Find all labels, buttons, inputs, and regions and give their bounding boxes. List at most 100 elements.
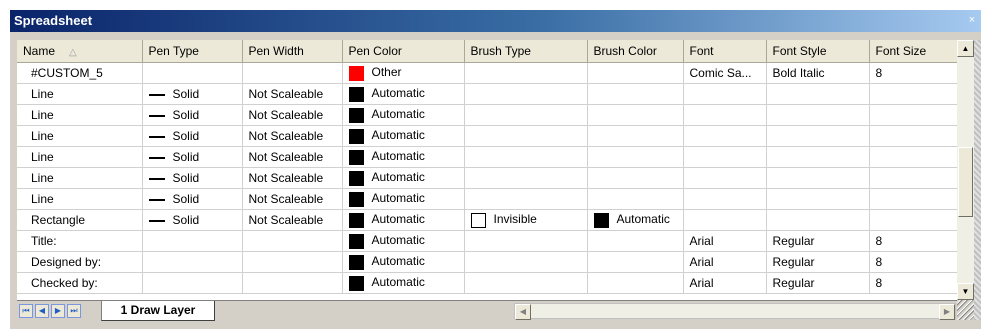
cell-font-style[interactable]: Regular: [766, 230, 870, 252]
cell-font[interactable]: [683, 167, 767, 189]
scroll-up-icon[interactable]: ▲: [957, 40, 974, 57]
cell-brush-color[interactable]: [587, 167, 684, 189]
header-font-size[interactable]: Font Size: [869, 40, 957, 63]
header-brush-color[interactable]: Brush Color: [587, 40, 684, 63]
cell-font-style[interactable]: [766, 104, 870, 126]
cell-font[interactable]: Arial: [683, 272, 767, 294]
cell-pen-type[interactable]: Solid: [142, 209, 243, 231]
table-row[interactable]: Line Solid Not Scaleable Automatic: [17, 83, 957, 105]
cell-pen-type[interactable]: Solid: [142, 188, 243, 210]
previous-sheet-icon[interactable]: ◀: [35, 304, 49, 318]
cell-pen-type[interactable]: [142, 62, 243, 84]
cell-pen-width[interactable]: Not Scaleable: [242, 83, 343, 105]
cell-pen-type[interactable]: Solid: [142, 83, 243, 105]
header-pen-type[interactable]: Pen Type: [142, 40, 243, 63]
vertical-scroll-thumb[interactable]: [958, 147, 973, 217]
cell-pen-color[interactable]: Automatic: [342, 146, 465, 168]
cell-pen-type[interactable]: [142, 230, 243, 252]
header-pen-width[interactable]: Pen Width: [242, 40, 343, 63]
cell-brush-type[interactable]: [464, 62, 588, 84]
cell-brush-color[interactable]: [587, 251, 684, 273]
cell-font-size[interactable]: 8: [869, 62, 957, 84]
table-row[interactable]: #CUSTOM_5 Other Comic Sa... Bold Italic 8: [17, 62, 957, 84]
cell-font-size[interactable]: 8: [869, 251, 957, 273]
cell-font-style[interactable]: [766, 188, 870, 210]
cell-name[interactable]: Checked by:: [17, 272, 143, 294]
first-sheet-icon[interactable]: ⏮: [19, 304, 33, 318]
cell-brush-color[interactable]: [587, 104, 684, 126]
cell-font-style[interactable]: [766, 146, 870, 168]
cell-brush-color[interactable]: [587, 62, 684, 84]
cell-name[interactable]: Line: [17, 167, 143, 189]
cell-brush-type[interactable]: [464, 251, 588, 273]
cell-brush-color[interactable]: Automatic: [587, 209, 684, 231]
cell-brush-color[interactable]: [587, 272, 684, 294]
cell-name[interactable]: Line: [17, 125, 143, 147]
cell-font-size[interactable]: 8: [869, 230, 957, 252]
cell-pen-width[interactable]: [242, 251, 343, 273]
cell-pen-width[interactable]: [242, 272, 343, 294]
cell-name[interactable]: Rectangle: [17, 209, 143, 231]
scroll-down-icon[interactable]: ▼: [957, 283, 974, 300]
cell-pen-color[interactable]: Automatic: [342, 104, 465, 126]
cell-font-style[interactable]: [766, 83, 870, 105]
cell-name[interactable]: Line: [17, 83, 143, 105]
cell-font-size[interactable]: [869, 83, 957, 105]
cell-pen-width[interactable]: [242, 230, 343, 252]
table-row[interactable]: Line Solid Not Scaleable Automatic: [17, 146, 957, 168]
cell-name[interactable]: #CUSTOM_5: [17, 62, 143, 84]
cell-pen-width[interactable]: [242, 62, 343, 84]
cell-brush-type[interactable]: [464, 146, 588, 168]
size-grip[interactable]: [957, 300, 974, 320]
cell-font[interactable]: Arial: [683, 251, 767, 273]
table-row[interactable]: Checked by: Automatic Arial Regular 8: [17, 272, 957, 294]
cell-pen-color[interactable]: Automatic: [342, 272, 465, 294]
last-sheet-icon[interactable]: ⏭: [67, 304, 81, 318]
cell-pen-color[interactable]: Other: [342, 62, 465, 84]
horizontal-scrollbar[interactable]: ◀ ▶: [514, 303, 956, 320]
close-icon[interactable]: ×: [965, 13, 979, 27]
cell-brush-type[interactable]: [464, 167, 588, 189]
cell-brush-type[interactable]: Invisible: [464, 209, 588, 231]
cell-pen-width[interactable]: Not Scaleable: [242, 188, 343, 210]
cell-pen-width[interactable]: Not Scaleable: [242, 146, 343, 168]
header-pen-color[interactable]: Pen Color: [342, 40, 465, 63]
cell-brush-type[interactable]: [464, 188, 588, 210]
cell-font-size[interactable]: [869, 146, 957, 168]
cell-font-style[interactable]: Regular: [766, 272, 870, 294]
scroll-right-icon[interactable]: ▶: [939, 304, 955, 320]
cell-font-size[interactable]: [869, 125, 957, 147]
cell-font-size[interactable]: [869, 209, 957, 231]
cell-font-style[interactable]: [766, 167, 870, 189]
cell-name[interactable]: Designed by:: [17, 251, 143, 273]
table-row[interactable]: Line Solid Not Scaleable Automatic: [17, 104, 957, 126]
cell-pen-type[interactable]: [142, 272, 243, 294]
header-font[interactable]: Font: [683, 40, 767, 63]
next-sheet-icon[interactable]: ▶: [51, 304, 65, 318]
cell-brush-type[interactable]: [464, 83, 588, 105]
scroll-left-icon[interactable]: ◀: [515, 304, 531, 320]
table-row[interactable]: Line Solid Not Scaleable Automatic: [17, 188, 957, 210]
cell-font-size[interactable]: 8: [869, 272, 957, 294]
cell-pen-color[interactable]: Automatic: [342, 167, 465, 189]
table-row[interactable]: Title: Automatic Arial Regular 8: [17, 230, 957, 252]
sheet-tab-draw-layer[interactable]: 1 Draw Layer: [101, 301, 215, 321]
cell-pen-color[interactable]: Automatic: [342, 188, 465, 210]
cell-font[interactable]: [683, 188, 767, 210]
window-titlebar[interactable]: Spreadsheet ×: [10, 10, 981, 32]
cell-pen-width[interactable]: Not Scaleable: [242, 209, 343, 231]
header-font-style[interactable]: Font Style: [766, 40, 870, 63]
cell-pen-color[interactable]: Automatic: [342, 83, 465, 105]
cell-name[interactable]: Line: [17, 188, 143, 210]
cell-font[interactable]: [683, 104, 767, 126]
cell-pen-type[interactable]: [142, 251, 243, 273]
cell-brush-type[interactable]: [464, 272, 588, 294]
cell-brush-type[interactable]: [464, 125, 588, 147]
table-row[interactable]: Rectangle Solid Not Scaleable Automatic Invi…: [17, 209, 957, 231]
cell-name[interactable]: Title:: [17, 230, 143, 252]
cell-font[interactable]: [683, 209, 767, 231]
cell-font[interactable]: [683, 83, 767, 105]
cell-pen-width[interactable]: Not Scaleable: [242, 167, 343, 189]
cell-pen-color[interactable]: Automatic: [342, 125, 465, 147]
cell-font-size[interactable]: [869, 104, 957, 126]
